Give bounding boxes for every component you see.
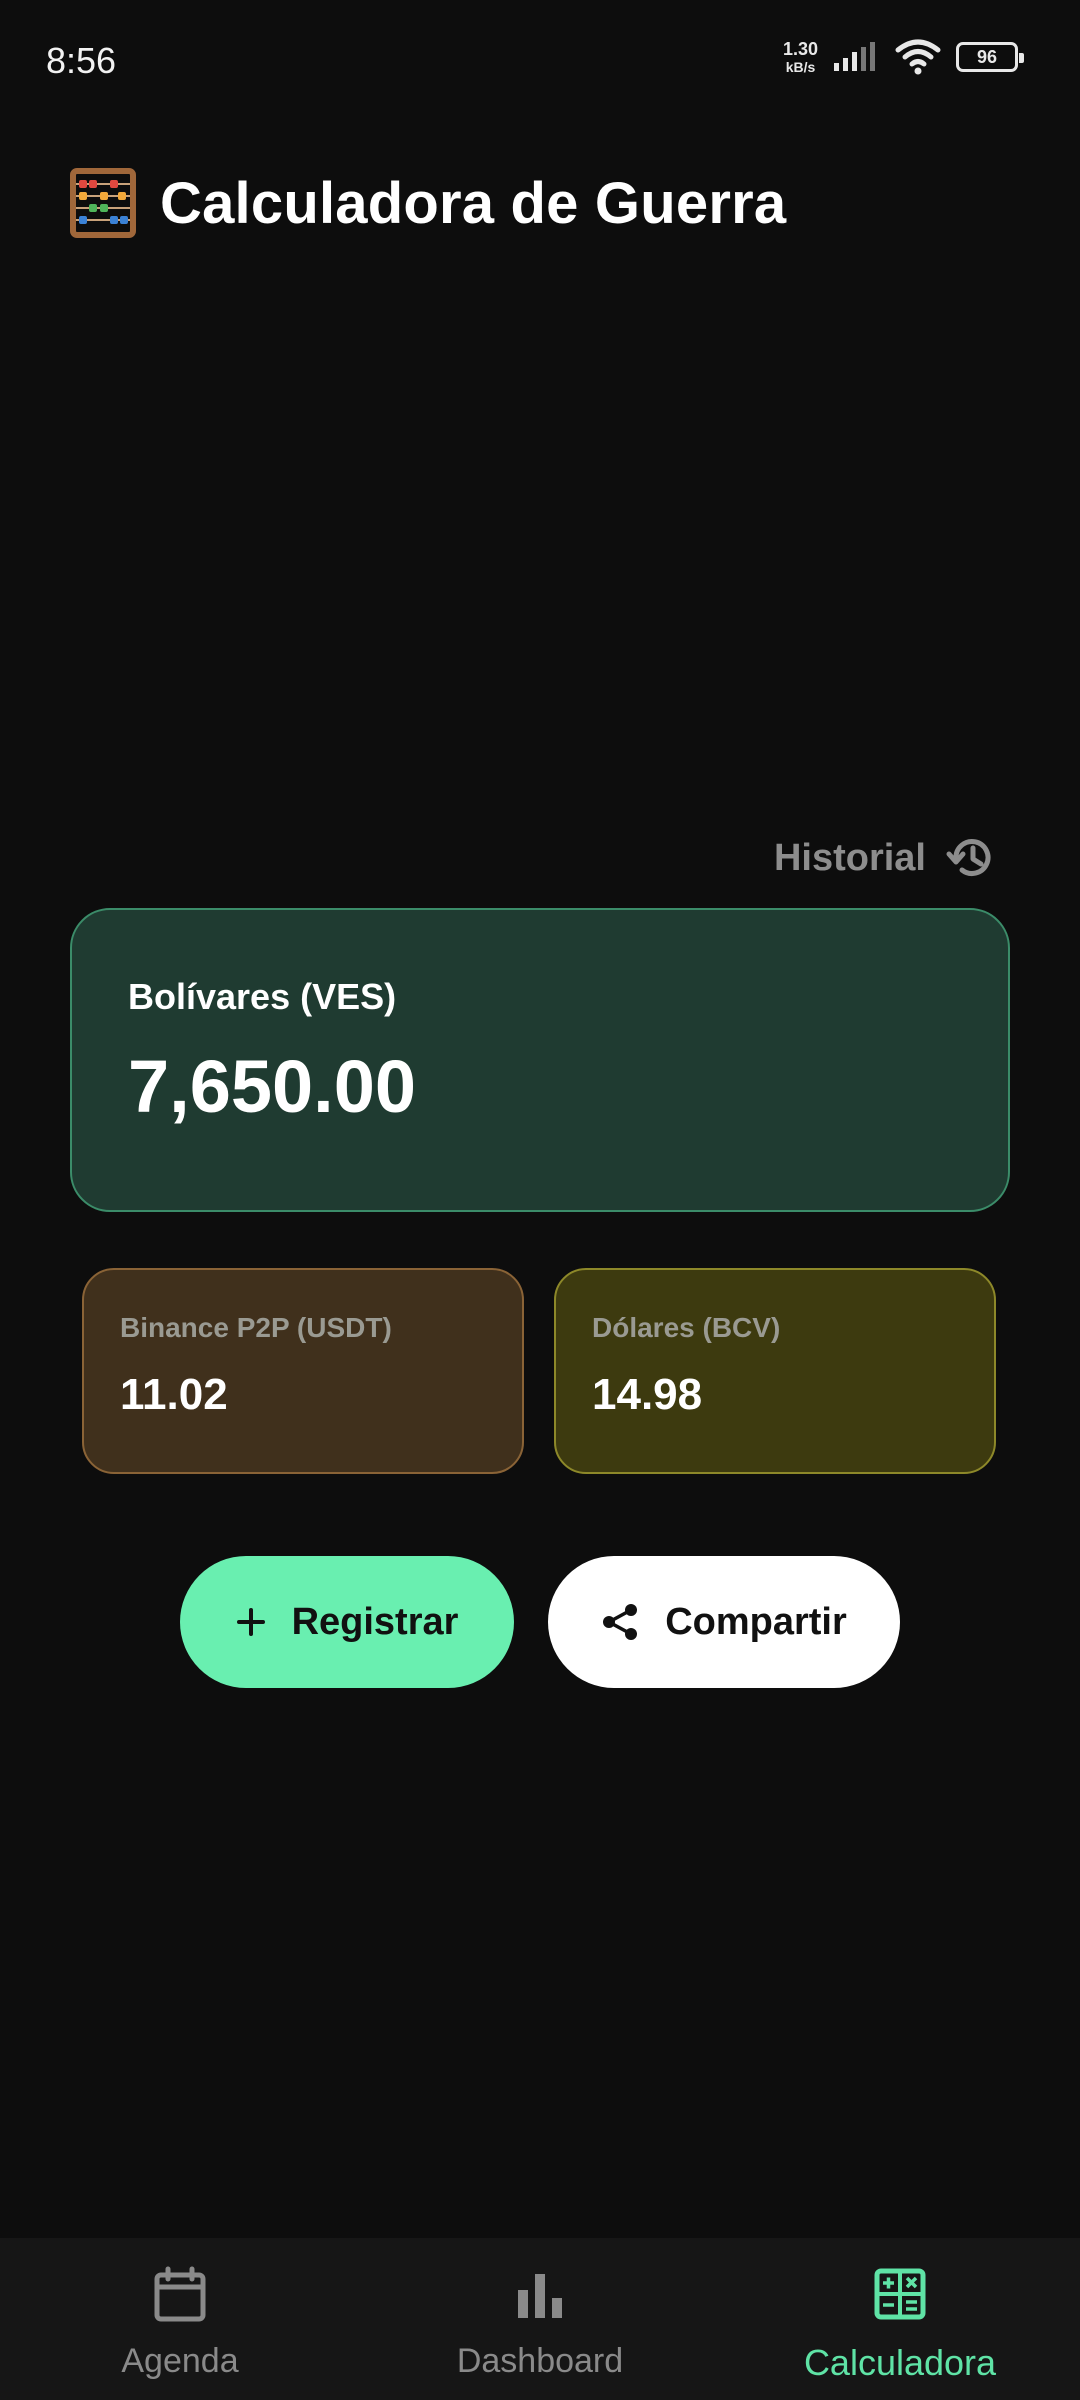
- binance-label: Binance P2P (USDT): [120, 1312, 392, 1343]
- signal-icon: [834, 42, 875, 71]
- network-speed-value: 1.30: [782, 39, 818, 59]
- calculator-icon: [874, 2268, 926, 2320]
- binance-rate-card[interactable]: Binance P2P (USDT) 11.02: [82, 1268, 524, 1474]
- nav-label-agenda: Agenda: [121, 2342, 239, 2380]
- screen: 8:56 1.30 kB/s 96 Calculadora de Guerra …: [0, 0, 1080, 2400]
- network-speed: 1.30 kB/s: [783, 40, 818, 74]
- register-label: Registrar: [291, 1600, 459, 1643]
- battery-icon: 96: [956, 42, 1024, 72]
- nav-label-dashboard: Dashboard: [456, 2342, 624, 2380]
- bar-chart-icon: [518, 2274, 562, 2318]
- status-bar: 8:56 1.30 kB/s 96: [0, 0, 1080, 100]
- share-icon: [603, 1604, 638, 1640]
- share-button[interactable]: Compartir: [548, 1556, 900, 1688]
- bcv-rate-card[interactable]: Dólares (BCV) 14.98: [554, 1268, 996, 1474]
- battery-level: 96: [976, 46, 998, 67]
- network-speed-unit: kB/s: [785, 59, 816, 75]
- page-title: Calculadora de Guerra: [160, 170, 787, 236]
- nav-label-calculadora: Calculadora: [803, 2342, 997, 2383]
- nav-item-dashboard[interactable]: Dashboard: [360, 2238, 720, 2400]
- wifi-icon: [895, 39, 941, 75]
- history-icon: [946, 839, 991, 876]
- bcv-label: Dólares (BCV): [592, 1312, 781, 1343]
- app-header: Calculadora de Guerra: [70, 168, 786, 238]
- bottom-nav: Agenda Dashboard Calculadora: [0, 2238, 1080, 2400]
- plus-icon: [236, 1608, 265, 1636]
- share-label: Compartir: [665, 1600, 847, 1643]
- status-icons: 1.30 kB/s 96: [783, 38, 1024, 76]
- ves-amount-card[interactable]: Bolívares (VES) 7,650.00: [70, 908, 1010, 1212]
- abacus-icon: [70, 168, 136, 238]
- nav-item-calculadora[interactable]: Calculadora: [720, 2238, 1080, 2400]
- ves-value: 7,650.00: [128, 1045, 417, 1128]
- bcv-value: 14.98: [592, 1370, 703, 1419]
- binance-value: 11.02: [120, 1370, 228, 1419]
- status-time: 8:56: [46, 40, 117, 81]
- calendar-icon: [154, 2266, 206, 2322]
- ves-label: Bolívares (VES): [128, 976, 397, 1017]
- history-label: Historial: [773, 836, 926, 879]
- nav-item-agenda[interactable]: Agenda: [0, 2238, 360, 2400]
- register-button[interactable]: Registrar: [180, 1556, 514, 1688]
- history-button[interactable]: Historial: [774, 832, 998, 884]
